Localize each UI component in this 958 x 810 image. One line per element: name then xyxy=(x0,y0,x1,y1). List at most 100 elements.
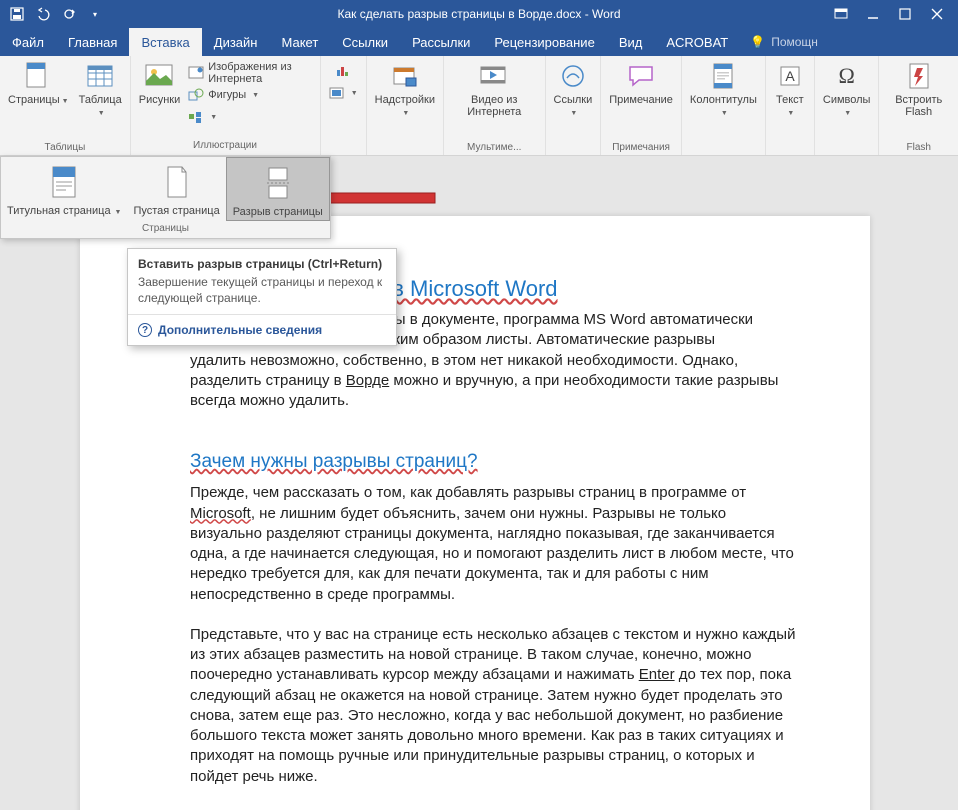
comment-label: Примечание xyxy=(609,94,673,106)
tooltip-more-info[interactable]: ? Дополнительные сведения xyxy=(128,314,396,345)
qat-dropdown-icon[interactable]: ▾ xyxy=(88,7,102,21)
minimize-icon[interactable] xyxy=(866,7,880,21)
header-footer-icon xyxy=(707,60,739,92)
chevron-down-icon: ▼ xyxy=(570,110,577,117)
tab-references[interactable]: Ссылки xyxy=(330,28,400,56)
chevron-down-icon: ▼ xyxy=(252,92,259,99)
comment-icon xyxy=(625,60,657,92)
online-pictures-button[interactable]: Изображения из Интернета xyxy=(184,62,315,84)
chevron-down-icon: ▼ xyxy=(721,110,728,117)
addins-label: Надстройки xyxy=(375,94,435,106)
chart-button[interactable] xyxy=(331,60,355,82)
online-video-button[interactable]: Видео из Интернета xyxy=(448,58,541,120)
comment-button[interactable]: Примечание xyxy=(605,58,677,108)
ribbon-group-symbols: Ω Символы▼ xyxy=(815,56,880,155)
smartart-icon xyxy=(188,109,204,125)
ribbon-group-comments: Примечание Примечания xyxy=(601,56,682,155)
ribbon-group-illustrations: Рисунки Изображения из Интернета Фигуры … xyxy=(131,56,321,155)
pages-group-label: Страницы xyxy=(1,221,330,238)
chevron-down-icon: ▼ xyxy=(113,209,122,216)
links-button[interactable]: Ссылки▼ xyxy=(550,58,597,120)
group-label-media: Мультиме... xyxy=(467,142,521,155)
headerfooter-button[interactable]: Колонтитулы ▼ xyxy=(686,58,761,120)
titlebar: ▾ Как сделать разрыв страницы в Ворде.do… xyxy=(0,0,958,28)
symbols-label: Символы xyxy=(823,94,871,106)
tab-file[interactable]: Файл xyxy=(0,28,56,56)
video-icon xyxy=(478,60,510,92)
embed-flash-label: Встроить Flash xyxy=(887,94,950,118)
ribbon-group-misc: ▼ xyxy=(321,56,367,155)
ribbon-group-headerfooter: Колонтитулы ▼ xyxy=(682,56,766,155)
tab-acrobat[interactable]: ACROBAT xyxy=(654,28,740,56)
pages-button[interactable]: Страницы▼ xyxy=(4,58,73,120)
page-break-button[interactable]: Разрыв страницы xyxy=(226,157,330,221)
page-break-icon xyxy=(258,164,298,204)
text-label: Текст xyxy=(776,94,804,106)
redo-icon[interactable] xyxy=(62,7,76,21)
doc-paragraph-2: Прежде, чем рассказать о том, как добавл… xyxy=(190,483,800,605)
online-video-label: Видео из Интернета xyxy=(452,94,537,118)
flash-icon xyxy=(903,60,935,92)
textbox-icon: A xyxy=(774,60,806,92)
smartart-button[interactable]: ▼ xyxy=(184,106,315,128)
pages-dropdown-panel: Титульная страница ▼ Пустая страница Раз… xyxy=(0,156,331,239)
tab-mailings[interactable]: Рассылки xyxy=(400,28,482,56)
table-icon xyxy=(84,60,116,92)
blank-page-button[interactable]: Пустая страница xyxy=(127,157,225,221)
screenshot-button[interactable]: ▼ xyxy=(325,82,362,104)
group-label-comments: Примечания xyxy=(612,142,670,155)
online-pictures-icon xyxy=(188,65,204,81)
chevron-down-icon: ▼ xyxy=(210,114,217,121)
chevron-down-icon: ▼ xyxy=(351,90,358,97)
hyperlink-icon xyxy=(557,60,589,92)
headerfooter-label: Колонтитулы xyxy=(690,94,757,106)
tab-review[interactable]: Рецензирование xyxy=(482,28,606,56)
chevron-down-icon: ▼ xyxy=(402,110,409,117)
pictures-button[interactable]: Рисунки xyxy=(135,58,185,108)
maximize-icon[interactable] xyxy=(898,7,912,21)
ribbon-display-icon[interactable] xyxy=(834,7,848,21)
addins-button[interactable]: Надстройки ▼ xyxy=(371,58,439,120)
table-label: Таблица xyxy=(79,94,122,106)
doc-paragraph-3: Представьте, что у вас на странице есть … xyxy=(190,625,800,787)
symbols-button[interactable]: Ω Символы▼ xyxy=(819,58,875,120)
shapes-button[interactable]: Фигуры ▼ xyxy=(184,84,315,106)
pictures-label: Рисунки xyxy=(139,94,181,106)
group-label-illustrations: Иллюстрации xyxy=(150,140,300,153)
window-controls xyxy=(834,7,958,21)
table-button[interactable]: Таблица ▼ xyxy=(75,58,126,120)
undo-icon[interactable] xyxy=(36,7,50,21)
tab-view[interactable]: Вид xyxy=(607,28,655,56)
lightbulb-icon: 💡 xyxy=(750,35,765,49)
omega-icon: Ω xyxy=(831,60,863,92)
group-label-flash: Flash xyxy=(907,142,931,155)
ribbon-group-media: Видео из Интернета Мультиме... xyxy=(444,56,546,155)
embed-flash-button[interactable]: Встроить Flash xyxy=(883,58,954,120)
window-title: Как сделать разрыв страницы в Ворде.docx… xyxy=(337,7,620,21)
chevron-down-icon: ▼ xyxy=(98,110,105,117)
pictures-icon xyxy=(143,60,175,92)
tell-me-search[interactable]: 💡 Помощн xyxy=(740,28,828,56)
tab-layout[interactable]: Макет xyxy=(269,28,330,56)
close-icon[interactable] xyxy=(930,7,944,21)
addins-icon xyxy=(389,60,421,92)
blank-page-icon xyxy=(157,163,197,203)
doc-heading-2: Зачем нужны разрывы страниц? xyxy=(190,451,800,473)
pages-icon xyxy=(22,60,54,92)
tell-me-label: Помощн xyxy=(771,35,818,49)
text-button[interactable]: A Текст ▼ xyxy=(770,58,810,120)
ribbon-group-tables: Страницы▼ Таблица▼ Таблицы xyxy=(0,56,131,155)
ribbon-tabs: Файл Главная Вставка Дизайн Макет Ссылки… xyxy=(0,28,958,56)
pages-label: Страницы xyxy=(8,94,60,106)
chevron-down-icon: ▼ xyxy=(787,110,794,117)
cover-page-button[interactable]: Титульная страница ▼ xyxy=(1,157,127,221)
tooltip-desc: Завершение текущей страницы и переход к … xyxy=(128,275,396,314)
tab-insert[interactable]: Вставка xyxy=(129,28,201,56)
save-icon[interactable] xyxy=(10,7,24,21)
svg-text:A: A xyxy=(785,68,795,84)
group-label-tables: Таблицы xyxy=(44,142,85,155)
tab-design[interactable]: Дизайн xyxy=(202,28,270,56)
tab-home[interactable]: Главная xyxy=(56,28,129,56)
chevron-down-icon: ▼ xyxy=(62,98,69,105)
qat: ▾ xyxy=(0,7,102,21)
